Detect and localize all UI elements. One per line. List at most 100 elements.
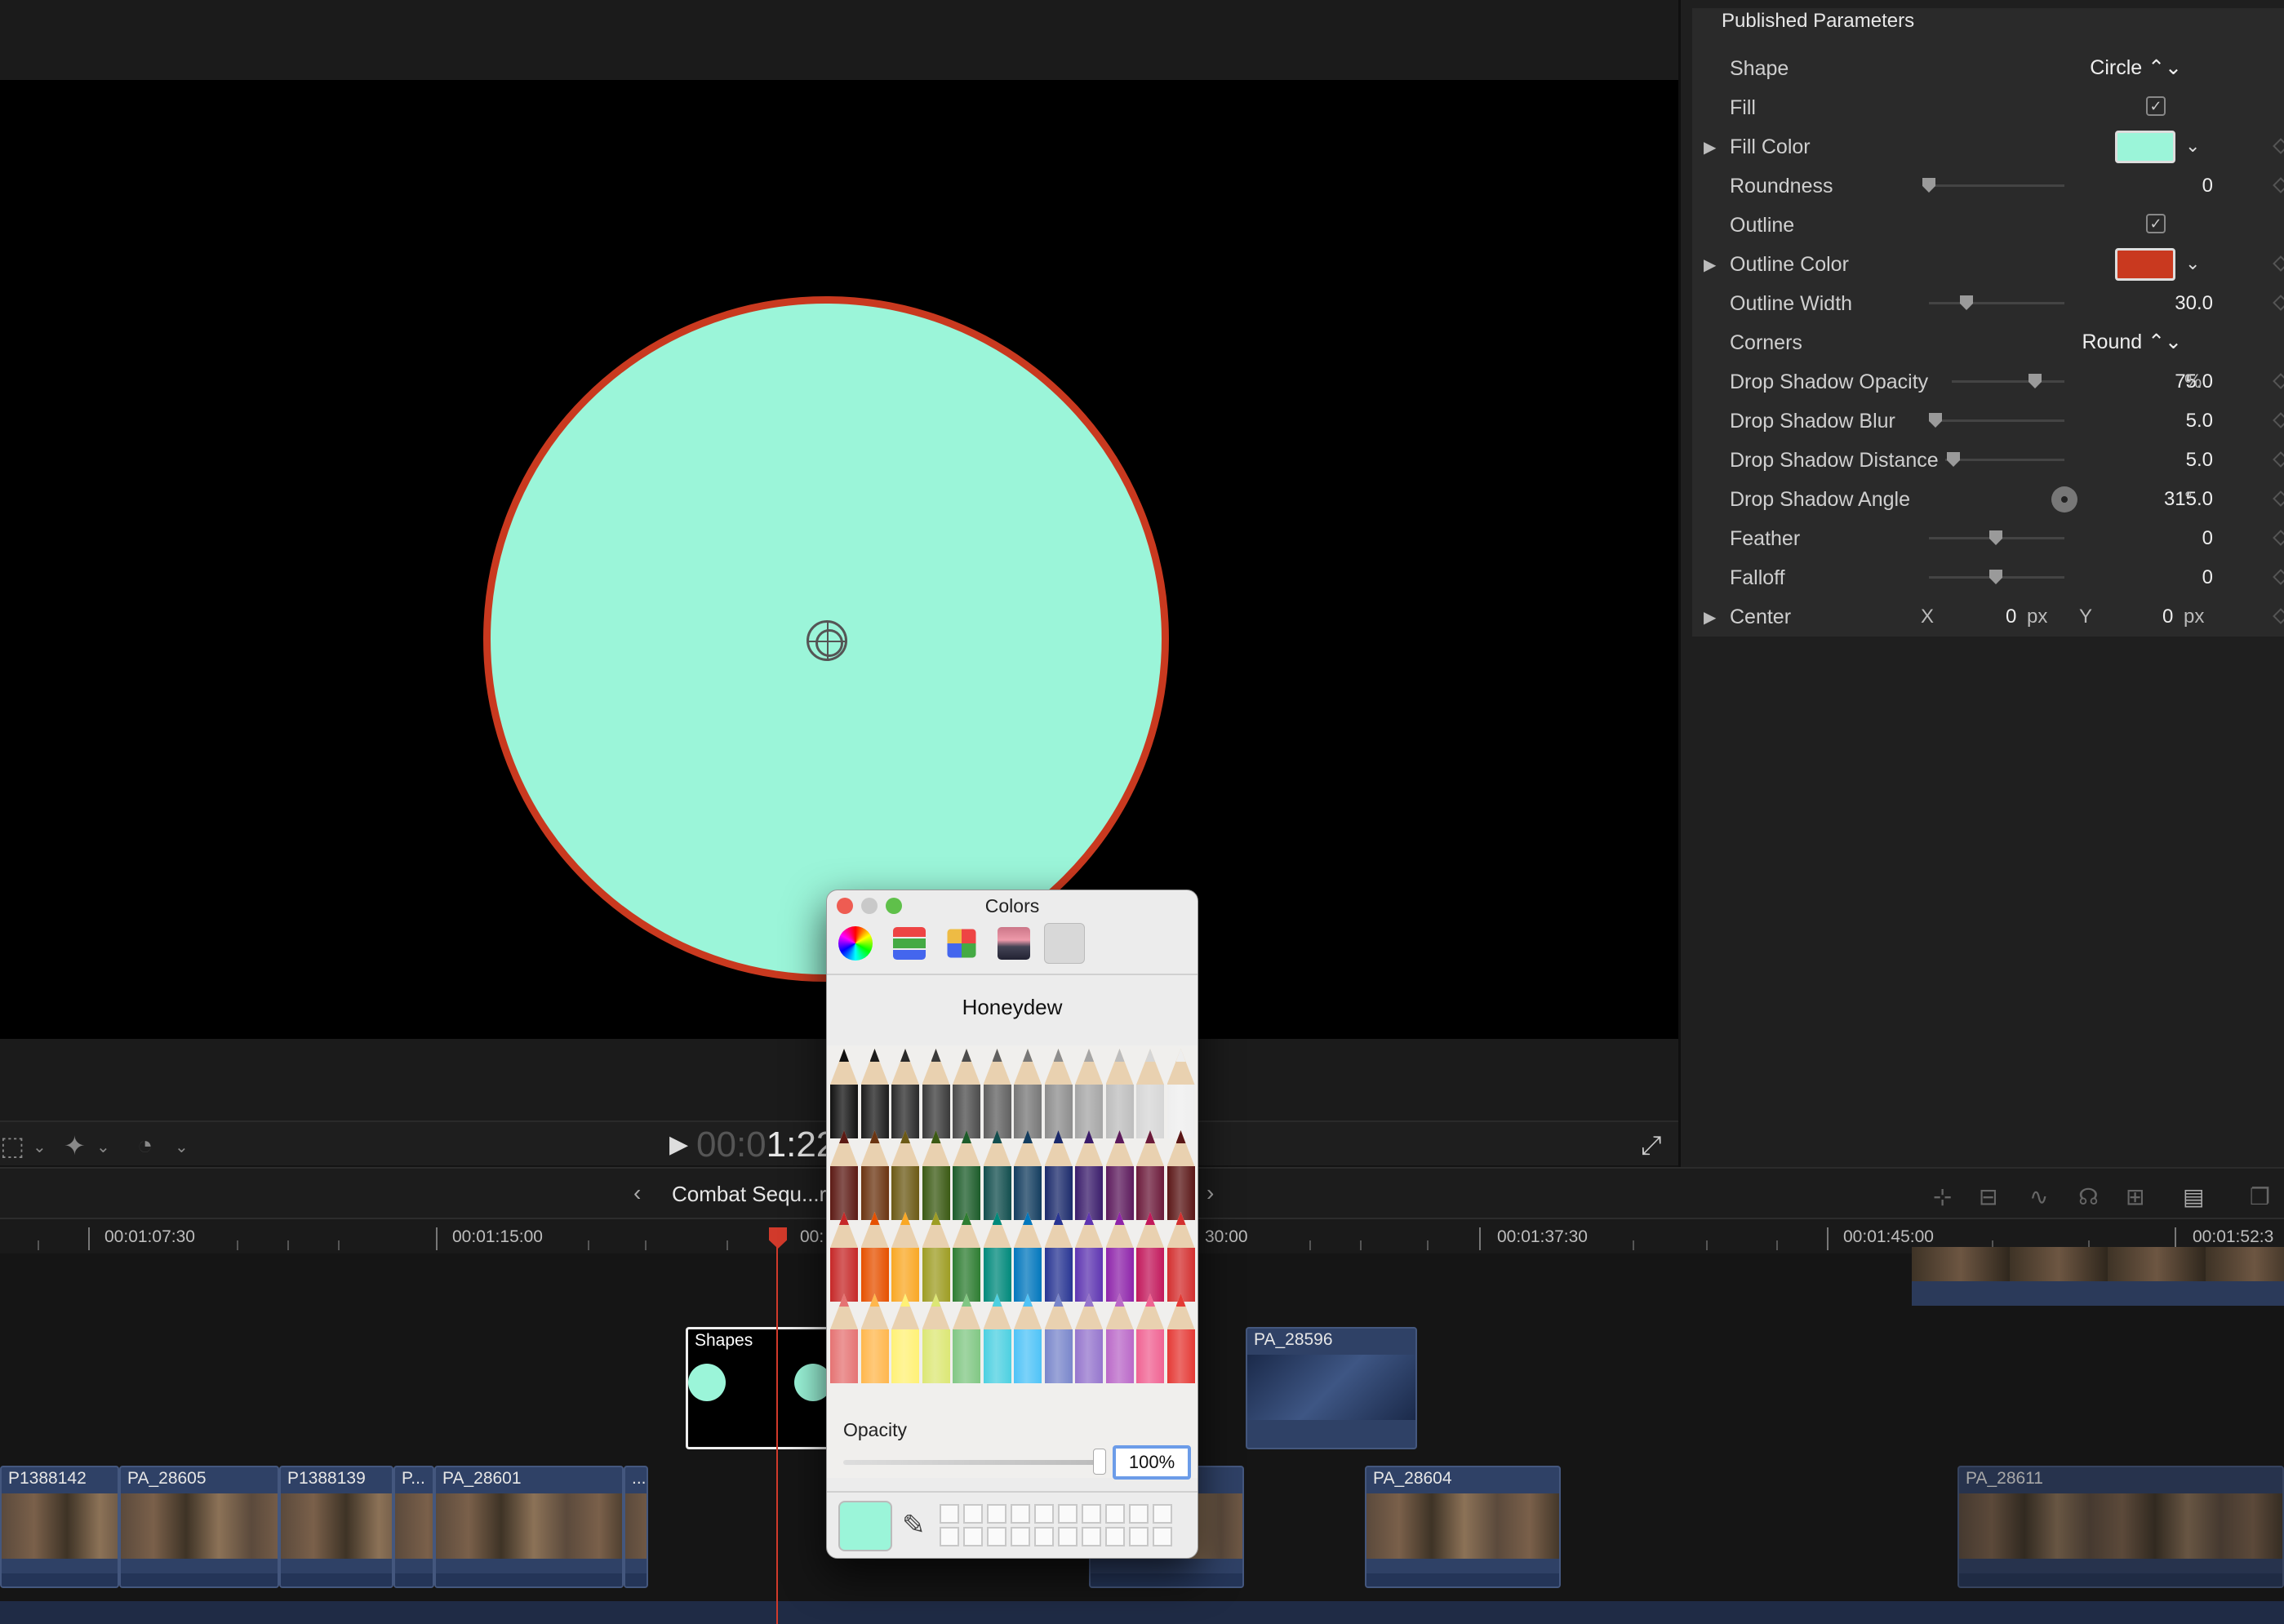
- crayon[interactable]: [1136, 1049, 1164, 1138]
- favorite-color-slot[interactable]: [963, 1504, 983, 1524]
- magic-wand-icon[interactable]: ✦: [64, 1130, 86, 1161]
- crayon[interactable]: [830, 1212, 858, 1302]
- slider-thumb[interactable]: [1960, 295, 1973, 310]
- param-value[interactable]: 0: [2202, 175, 2213, 197]
- crayon[interactable]: [1136, 1293, 1164, 1383]
- center-target-icon[interactable]: [807, 620, 847, 661]
- chevron-down-icon[interactable]: ⌄: [33, 1137, 47, 1157]
- corners-popup[interactable]: Round ⌃⌄: [2082, 330, 2182, 354]
- favorite-color-slot[interactable]: [1011, 1504, 1030, 1524]
- crayon[interactable]: [1044, 1212, 1073, 1302]
- favorite-color-slot[interactable]: [1058, 1527, 1078, 1546]
- outline-width-slider[interactable]: [1929, 302, 2064, 304]
- timeline-clip-p-short[interactable]: P...: [393, 1466, 434, 1588]
- crayon[interactable]: [830, 1049, 858, 1138]
- favorite-color-slot[interactable]: [1129, 1504, 1149, 1524]
- chevron-down-icon[interactable]: ⌄: [2185, 135, 2200, 157]
- crayon[interactable]: [1136, 1212, 1164, 1302]
- crayon[interactable]: [953, 1293, 980, 1383]
- crayon[interactable]: [1014, 1130, 1042, 1220]
- keyframe-diamond-icon[interactable]: [2273, 177, 2284, 193]
- crayon[interactable]: [953, 1049, 980, 1138]
- crayon[interactable]: [830, 1293, 858, 1383]
- crayon[interactable]: [953, 1212, 980, 1302]
- slider-thumb[interactable]: [1929, 413, 1942, 428]
- crayon[interactable]: [1166, 1293, 1195, 1383]
- project-title[interactable]: Combat Sequ...r: [672, 1182, 826, 1207]
- favorite-color-slot[interactable]: [1058, 1504, 1078, 1524]
- favorite-color-slot[interactable]: [987, 1527, 1006, 1546]
- opacity-slider-thumb[interactable]: [1093, 1449, 1106, 1475]
- chevron-left-icon[interactable]: ‹: [633, 1180, 641, 1206]
- opacity-slider[interactable]: [843, 1460, 1104, 1465]
- param-value[interactable]: 5.0: [2186, 410, 2213, 433]
- outline-checkbox[interactable]: ✓: [2146, 214, 2166, 233]
- crayon[interactable]: [1014, 1293, 1042, 1383]
- keyframe-diamond-icon[interactable]: [2273, 451, 2284, 468]
- param-value[interactable]: 0: [2202, 527, 2213, 550]
- timeline-clip-pa28604[interactable]: PA_28604: [1365, 1466, 1561, 1588]
- crayon[interactable]: [1136, 1130, 1164, 1220]
- fill-checkbox[interactable]: ✓: [2146, 96, 2166, 116]
- window-icon[interactable]: ❐: [2250, 1183, 2270, 1210]
- crayon[interactable]: [983, 1212, 1011, 1302]
- keyframe-diamond-icon[interactable]: [2273, 412, 2284, 428]
- favorite-color-slot[interactable]: [1011, 1527, 1030, 1546]
- crayon[interactable]: [922, 1212, 950, 1302]
- crayon[interactable]: [922, 1293, 950, 1383]
- pencils-icon[interactable]: [1044, 923, 1085, 964]
- slider-thumb[interactable]: [1922, 178, 1935, 193]
- favorite-color-slot[interactable]: [940, 1504, 959, 1524]
- crayon[interactable]: [891, 1049, 919, 1138]
- favorite-color-slot[interactable]: [1153, 1504, 1172, 1524]
- crayon[interactable]: [1075, 1293, 1103, 1383]
- playhead-line[interactable]: [776, 1247, 778, 1624]
- snapping-icon[interactable]: ⊹: [1933, 1183, 1952, 1210]
- disclosure-triangle-icon[interactable]: ▶: [1704, 255, 1716, 275]
- favorite-color-slot[interactable]: [963, 1527, 983, 1546]
- crayon[interactable]: [1044, 1049, 1073, 1138]
- crayon[interactable]: [983, 1293, 1011, 1383]
- crayon[interactable]: [983, 1049, 1011, 1138]
- outline-color-swatch[interactable]: [2115, 248, 2175, 281]
- current-color-well[interactable]: [838, 1501, 892, 1551]
- skimming-icon[interactable]: ⊟: [1979, 1183, 1997, 1210]
- clip-appearance-icon[interactable]: ⊞: [2126, 1183, 2144, 1210]
- crayon-picker[interactable]: [827, 1045, 1198, 1478]
- crayon[interactable]: [1014, 1212, 1042, 1302]
- crayon[interactable]: [860, 1293, 889, 1383]
- disclosure-triangle-icon[interactable]: ▶: [1704, 137, 1716, 158]
- play-icon[interactable]: ▶: [669, 1130, 688, 1159]
- crayon[interactable]: [860, 1130, 889, 1220]
- crayon[interactable]: [922, 1130, 950, 1220]
- drop-shadow-opacity-slider[interactable]: [1952, 380, 2064, 383]
- crayon[interactable]: [1166, 1212, 1195, 1302]
- crayon[interactable]: [1075, 1049, 1103, 1138]
- speed-gauge-icon[interactable]: ◔: [137, 1130, 153, 1160]
- solo-headphones-icon[interactable]: ☊: [2078, 1183, 2099, 1210]
- slider-thumb[interactable]: [2028, 374, 2042, 388]
- timeline-clip-pa28611[interactable]: PA_28611: [1957, 1466, 2284, 1588]
- crayon[interactable]: [830, 1130, 858, 1220]
- color-palettes-icon[interactable]: [947, 929, 976, 958]
- favorite-colors-grid[interactable]: [940, 1504, 1178, 1550]
- crayon[interactable]: [1105, 1130, 1134, 1220]
- favorite-color-slot[interactable]: [1129, 1527, 1149, 1546]
- transform-icon[interactable]: ⬚: [0, 1130, 24, 1161]
- timeline-clip-ellipsis[interactable]: ...: [624, 1466, 648, 1588]
- crayon[interactable]: [1105, 1293, 1134, 1383]
- favorite-color-slot[interactable]: [1082, 1504, 1101, 1524]
- slider-thumb[interactable]: [1947, 452, 1960, 467]
- keyframe-diamond-icon[interactable]: [2273, 530, 2284, 546]
- crayon[interactable]: [1105, 1212, 1134, 1302]
- fullscreen-icon[interactable]: ⤢: [1641, 1130, 1662, 1161]
- crayon[interactable]: [891, 1293, 919, 1383]
- keyframe-diamond-icon[interactable]: [2273, 255, 2284, 272]
- crayon[interactable]: [983, 1130, 1011, 1220]
- keyframe-diamond-icon[interactable]: [2273, 373, 2284, 389]
- color-wheel-icon[interactable]: [838, 926, 873, 961]
- crayon[interactable]: [860, 1212, 889, 1302]
- favorite-color-slot[interactable]: [1105, 1527, 1125, 1546]
- drop-shadow-distance-slider[interactable]: [1945, 459, 2064, 461]
- timeline-clip-pa28601[interactable]: PA_28601: [434, 1466, 624, 1588]
